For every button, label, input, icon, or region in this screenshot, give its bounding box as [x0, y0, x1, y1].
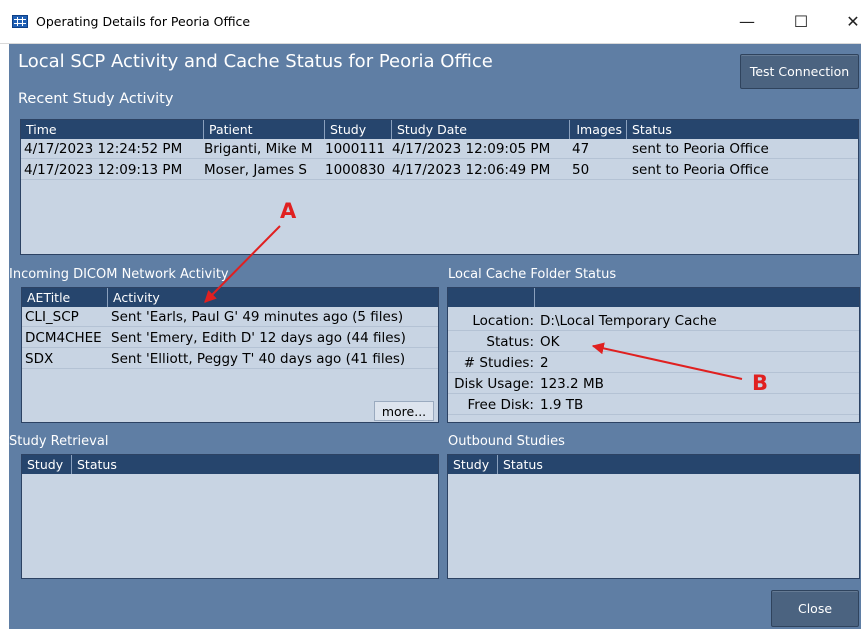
cache-label-location: Location:: [472, 313, 534, 329]
col-header-status[interactable]: Status: [498, 455, 859, 474]
cell-status: sent to Peoria Office: [632, 141, 769, 157]
cache-row-status: Status: OK: [448, 332, 859, 352]
cell-images: 50: [572, 162, 590, 178]
cache-value-disk-usage: 123.2 MB: [540, 376, 604, 392]
col-header-study[interactable]: Study: [448, 455, 498, 474]
window-title: Operating Details for Peoria Office: [36, 14, 251, 29]
outbound-studies-title: Outbound Studies: [448, 434, 565, 449]
cell-patient: Moser, James S: [204, 162, 307, 178]
cache-row-location: Location: D:\Local Temporary Cache: [448, 311, 859, 331]
table-row[interactable]: CLI_SCP Sent 'Earls, Paul G' 49 minutes …: [22, 307, 438, 327]
annotation-label-b: B: [752, 371, 769, 395]
study-retrieval-table: Study Status: [21, 454, 439, 579]
incoming-header: AETitle Activity: [22, 288, 438, 307]
cell-aetitle: CLI_SCP: [25, 309, 79, 325]
cache-label-free-disk: Free Disk:: [467, 397, 535, 413]
cell-activity: Sent 'Elliott, Peggy T' 40 days ago (41 …: [111, 351, 406, 367]
cache-label-disk-usage: Disk Usage:: [454, 376, 534, 392]
recent-activity-table: Time Patient Study Study Date Images Sta…: [20, 119, 859, 255]
dialog-body: Local SCP Activity and Cache Status for …: [9, 44, 861, 629]
incoming-activity-table: AETitle Activity CLI_SCP Sent 'Earls, Pa…: [21, 287, 439, 423]
cache-row-studies: # Studies: 2: [448, 353, 859, 373]
cell-images: 47: [572, 141, 590, 157]
test-connection-button[interactable]: Test Connection: [740, 54, 859, 89]
col-header-study[interactable]: Study: [325, 120, 392, 139]
col-header-cache-label: [448, 288, 535, 307]
outbound-header: Study Status: [448, 455, 859, 474]
col-header-activity[interactable]: Activity: [108, 288, 438, 307]
cell-aetitle: SDX: [25, 351, 54, 367]
cache-row-disk-usage: Disk Usage: 123.2 MB: [448, 374, 859, 394]
cache-status-title: Local Cache Folder Status: [448, 267, 617, 282]
cache-status-table: Location: D:\Local Temporary Cache Statu…: [447, 287, 860, 423]
close-window-icon[interactable]: ✕: [830, 0, 861, 44]
dialog-title: Local SCP Activity and Cache Status for …: [18, 51, 493, 72]
col-header-status[interactable]: Status: [72, 455, 438, 474]
annotation-label-a: A: [280, 199, 297, 223]
cell-activity: Sent 'Emery, Edith D' 12 days ago (44 fi…: [111, 330, 406, 346]
recent-activity-header: Time Patient Study Study Date Images Sta…: [21, 120, 858, 139]
cell-study-date: 4/17/2023 12:06:49 PM: [392, 162, 551, 178]
col-header-cache-value: [535, 288, 859, 307]
cell-aetitle: DCM4CHEE: [25, 330, 102, 346]
col-header-study[interactable]: Study: [22, 455, 72, 474]
study-retrieval-title: Study Retrieval: [9, 434, 109, 449]
recent-activity-title: Recent Study Activity: [18, 91, 174, 107]
col-header-time[interactable]: Time: [21, 120, 204, 139]
col-header-status[interactable]: Status: [627, 120, 858, 139]
more-button[interactable]: more...: [374, 401, 434, 421]
minimize-icon[interactable]: —: [724, 0, 770, 44]
cache-value-free-disk: 1.9 TB: [540, 397, 584, 413]
cache-value-location: D:\Local Temporary Cache: [540, 313, 717, 329]
cache-label-status: Status:: [486, 334, 534, 350]
incoming-activity-title: Incoming DICOM Network Activity: [9, 267, 229, 282]
close-button[interactable]: Close: [771, 590, 859, 627]
table-row[interactable]: 4/17/2023 12:09:13 PM Moser, James S 100…: [21, 160, 858, 180]
col-header-study-date[interactable]: Study Date: [392, 120, 570, 139]
cache-label-studies: # Studies:: [463, 355, 534, 371]
col-header-images[interactable]: Images: [570, 120, 627, 139]
cache-header: [448, 288, 859, 307]
cell-activity: Sent 'Earls, Paul G' 49 minutes ago (5 f…: [111, 309, 404, 325]
col-header-aetitle[interactable]: AETitle: [22, 288, 108, 307]
cell-study: 1000111: [325, 141, 386, 157]
table-row[interactable]: DCM4CHEE Sent 'Emery, Edith D' 12 days a…: [22, 328, 438, 348]
table-row[interactable]: SDX Sent 'Elliott, Peggy T' 40 days ago …: [22, 349, 438, 369]
cell-time: 4/17/2023 12:09:13 PM: [24, 162, 183, 178]
app-grid-icon: [12, 15, 28, 28]
col-header-patient[interactable]: Patient: [204, 120, 325, 139]
cache-value-status: OK: [540, 334, 560, 350]
cache-row-free-disk: Free Disk: 1.9 TB: [448, 395, 859, 415]
cell-status: sent to Peoria Office: [632, 162, 769, 178]
outbound-studies-table: Study Status: [447, 454, 860, 579]
table-row[interactable]: 4/17/2023 12:24:52 PM Briganti, Mike M 1…: [21, 139, 858, 159]
cell-study: 1000830: [325, 162, 386, 178]
cell-patient: Briganti, Mike M: [204, 141, 313, 157]
maximize-icon[interactable]: ☐: [778, 0, 824, 44]
window-titlebar: Operating Details for Peoria Office — ☐ …: [0, 0, 861, 44]
cell-study-date: 4/17/2023 12:09:05 PM: [392, 141, 551, 157]
cache-value-studies: 2: [540, 355, 549, 371]
cell-time: 4/17/2023 12:24:52 PM: [24, 141, 183, 157]
retrieval-header: Study Status: [22, 455, 438, 474]
